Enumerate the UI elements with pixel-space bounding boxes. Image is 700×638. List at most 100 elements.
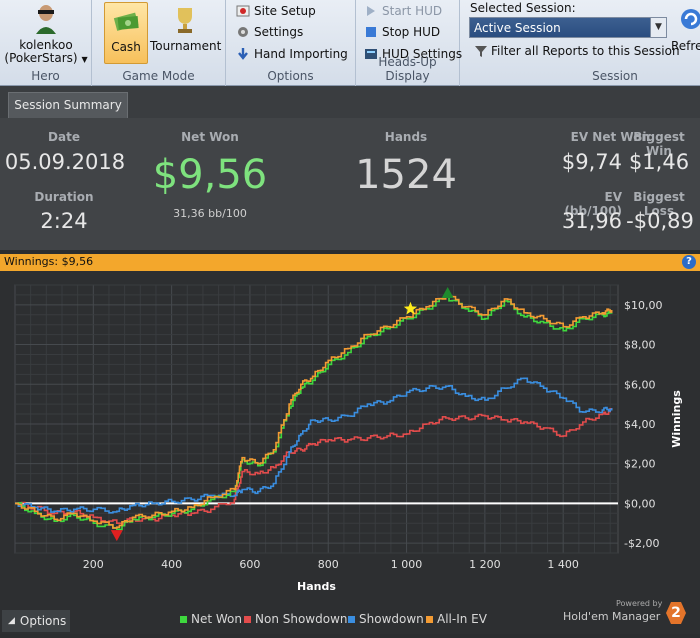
- play-icon: [367, 6, 375, 16]
- ribbon-toolbar: kolenkoo (PokerStars) ▼ Hero Cash Tourna…: [0, 0, 700, 86]
- ev-bb-value: 31,96: [561, 209, 622, 233]
- session-select[interactable]: Active Session ▼: [469, 17, 667, 38]
- gear-icon: [238, 27, 248, 37]
- hero-group-label: Hero: [31, 69, 60, 83]
- winnings-header-label: Winnings: $9,56: [4, 255, 94, 268]
- trophy-icon: [178, 8, 192, 33]
- start-hud-label: Start HUD: [382, 4, 443, 18]
- filter-reports-label: Filter all Reports to this Session: [491, 44, 680, 58]
- y-tick-label: $0,00: [624, 497, 656, 510]
- y-tick-label: -$2,00: [624, 537, 659, 550]
- net-won-label: Net Won: [181, 130, 239, 144]
- duration-label: Duration: [34, 190, 94, 204]
- filter-reports-button[interactable]: Filter all Reports to this Session: [474, 44, 680, 58]
- stop-icon: [366, 27, 376, 37]
- start-hud-button[interactable]: Start HUD: [364, 4, 442, 18]
- holdem-manager-brand: Powered by Hold'em Manager 2: [560, 598, 688, 632]
- stop-hud-button[interactable]: Stop HUD: [364, 25, 440, 39]
- hand-importing-button[interactable]: Hand Importing: [236, 47, 348, 61]
- legend-swatch: [348, 615, 355, 623]
- legend-label: Showdown: [359, 612, 424, 626]
- tournament-button[interactable]: Tournament: [150, 2, 222, 64]
- settings-button[interactable]: Settings: [236, 25, 303, 39]
- hero-site[interactable]: (PokerStars) ▼: [0, 51, 92, 65]
- chevron-down-icon[interactable]: ▼: [650, 18, 666, 37]
- cash-button[interactable]: Cash: [104, 2, 148, 64]
- chevron-down-icon[interactable]: ▼: [81, 55, 87, 64]
- date-value: 05.09.2018: [4, 150, 126, 174]
- y-tick-label: $4,00: [624, 418, 656, 431]
- filter-icon: [475, 46, 487, 57]
- x-tick-label: 600: [239, 558, 260, 571]
- hero-site-label: (PokerStars): [4, 51, 78, 65]
- brand-name: Hold'em Manager: [563, 610, 661, 623]
- session-summary-panel: Date 05.09.2018 Duration 2:24 Net Won $9…: [0, 118, 700, 250]
- refresh-label: Refre: [671, 39, 700, 53]
- hands-value: 1524: [355, 152, 457, 198]
- options-button[interactable]: ◢ Options: [2, 610, 70, 632]
- tournament-label: Tournament: [150, 39, 222, 53]
- date-label: Date: [48, 130, 80, 144]
- legend-swatch: [180, 615, 187, 623]
- brand-logo-icon: 2: [666, 602, 686, 624]
- y-tick-label: $2,00: [624, 458, 656, 471]
- hero-name[interactable]: kolenkoo: [0, 38, 92, 52]
- game-mode-group-label: Game Mode: [122, 69, 195, 83]
- session-select-value: Active Session: [474, 21, 561, 35]
- legend-label: Net Won: [191, 612, 242, 626]
- x-tick-label: 1 200: [469, 558, 501, 571]
- y-tick-label: $6,00: [624, 378, 656, 391]
- legend-label: All-In EV: [437, 612, 487, 626]
- cash-label: Cash: [111, 40, 141, 54]
- settings-label: Settings: [254, 25, 304, 39]
- hands-label: Hands: [384, 130, 428, 144]
- net-won-bb-value: 31,36 bb/100: [173, 207, 247, 220]
- stop-hud-label: Stop HUD: [382, 25, 441, 39]
- hero-group: kolenkoo (PokerStars) ▼ Hero: [0, 0, 92, 86]
- biggest-loss-value: -$0,89: [626, 209, 694, 233]
- legend-swatch: [244, 615, 251, 623]
- x-tick-label: 800: [318, 558, 339, 571]
- selected-session-label: Selected Session:: [470, 1, 576, 15]
- y-tick-label: $10,00: [624, 299, 663, 312]
- tab-strip: Session Summary: [0, 86, 700, 118]
- legend-swatch: [426, 615, 433, 623]
- x-tick-label: 1 400: [547, 558, 579, 571]
- game-mode-group: Cash Tournament Game Mode: [92, 0, 226, 86]
- winnings-chart[interactable]: 200 400 600 800 1 000 1 200 1 400 -$2,00 $0,00 $2…: [0, 271, 700, 634]
- legend-net-won[interactable]: Net Won: [180, 612, 242, 626]
- biggest-win-value: $1,46: [628, 150, 690, 174]
- winnings-chart-area: 200 400 600 800 1 000 1 200 1 400 -$2,00 $0,00 $2…: [0, 271, 700, 634]
- collapse-arrow-icon: ◢: [8, 616, 15, 626]
- legend-showdown[interactable]: Showdown: [348, 612, 424, 626]
- y-tick-label: $8,00: [624, 339, 656, 352]
- x-tick-label: 400: [161, 558, 182, 571]
- x-tick-label: 1 000: [391, 558, 423, 571]
- tab-session-summary[interactable]: Session Summary: [8, 92, 128, 118]
- options-button-label: Options: [19, 614, 67, 628]
- help-icon[interactable]: ?: [682, 255, 696, 269]
- hero-avatar-icon[interactable]: [34, 4, 58, 34]
- x-tick-label: 200: [83, 558, 104, 571]
- site-setup-button[interactable]: Site Setup: [236, 4, 316, 18]
- hand-importing-label: Hand Importing: [254, 47, 348, 61]
- refresh-icon: [681, 9, 700, 29]
- winnings-header-bar: Winnings: $9,56 ?: [0, 254, 700, 271]
- legend-non-showdown[interactable]: Non Showdown: [244, 612, 348, 626]
- legend-label: Non Showdown: [255, 612, 348, 626]
- site-setup-icon: [236, 5, 250, 17]
- session-group-label: Session: [592, 69, 638, 83]
- cash-icon: [113, 12, 139, 31]
- duration-value: 2:24: [40, 209, 88, 233]
- options-group-label: Options: [267, 69, 314, 83]
- hud-group: Start HUD Stop HUD HUD Settings Heads-Up…: [356, 0, 462, 86]
- hud-group-label: Heads-Up Display: [378, 55, 437, 83]
- import-arrow-icon: [238, 48, 248, 60]
- powered-by-label: Powered by: [616, 599, 663, 608]
- net-won-value: $9,56: [152, 152, 268, 198]
- site-setup-label: Site Setup: [254, 4, 316, 18]
- y-axis-label: Winnings: [670, 390, 683, 448]
- options-group: Site Setup Settings Hand Importing Optio…: [226, 0, 356, 86]
- refresh-button[interactable]: Refre: [670, 2, 700, 66]
- legend-all-in-ev[interactable]: All-In EV: [426, 612, 487, 626]
